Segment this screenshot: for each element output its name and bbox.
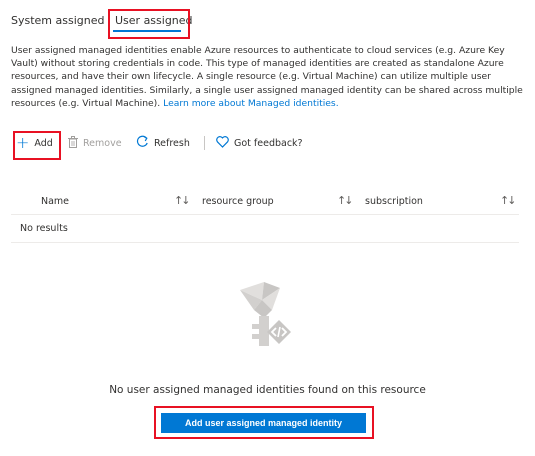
highlight-box-add-button <box>13 131 61 160</box>
highlight-box-add-identity-button <box>154 406 374 439</box>
sort-icon[interactable]: ↑↓ <box>500 194 517 207</box>
tab-system-assigned[interactable]: System assigned <box>11 14 104 27</box>
column-header-resource-group[interactable]: resource group <box>202 196 274 207</box>
command-bar: + Add Remove Refresh Got feedback? <box>11 132 526 154</box>
column-header-name[interactable]: Name <box>41 196 69 207</box>
feedback-button[interactable]: Got feedback? <box>216 132 303 154</box>
learn-more-link[interactable]: Learn more about Managed identities. <box>163 98 339 109</box>
refresh-icon <box>136 135 149 151</box>
remove-button-label: Remove <box>83 137 122 149</box>
refresh-button[interactable]: Refresh <box>136 132 190 154</box>
table-row: No results <box>11 215 519 243</box>
sort-icon[interactable]: ↑↓ <box>174 194 191 207</box>
refresh-button-label: Refresh <box>154 137 190 149</box>
remove-button[interactable]: Remove <box>68 132 122 154</box>
column-header-subscription[interactable]: subscription <box>365 196 423 207</box>
highlight-box-user-assigned-tab <box>108 9 190 39</box>
empty-state-message: No user assigned managed identities foun… <box>109 384 426 396</box>
toolbar-divider <box>204 136 205 150</box>
feedback-button-label: Got feedback? <box>234 137 303 149</box>
no-results-text: No results <box>20 223 68 234</box>
table-header: Name ↑↓ resource group ↑↓ subscription ↑… <box>11 188 519 215</box>
sort-icon[interactable]: ↑↓ <box>337 194 354 207</box>
managed-identity-key-icon <box>232 280 296 360</box>
heart-icon <box>216 135 229 151</box>
description-paragraph: User assigned managed identities enable … <box>11 44 526 110</box>
tab-bar: System assigned User assigned <box>0 0 535 40</box>
trash-icon <box>68 135 78 151</box>
